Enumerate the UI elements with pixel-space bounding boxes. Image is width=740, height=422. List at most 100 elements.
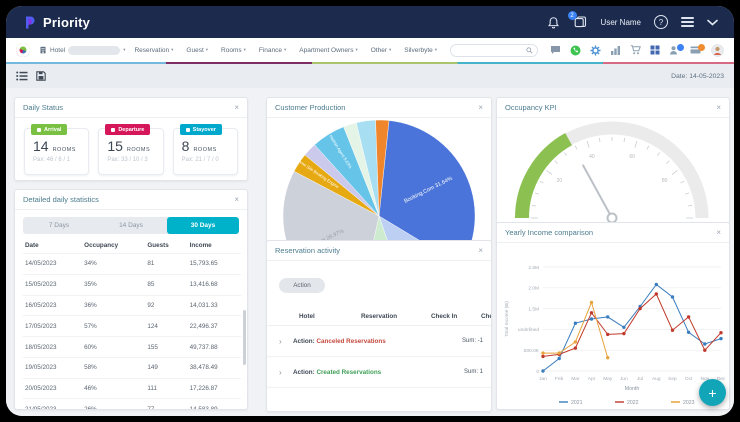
legend-label-2022: 2022 [627, 400, 639, 406]
table-row: 15/05/202335%8513,416.68 [23, 274, 241, 295]
y-tick-label: 1.5M [528, 306, 539, 312]
expand-chevron-icon[interactable]: › [279, 337, 293, 346]
close-icon[interactable]: × [716, 229, 721, 237]
occupancy-gauge-chart: 20406080 [497, 118, 729, 224]
scrollbar[interactable] [243, 310, 246, 365]
hamburger-menu-icon[interactable] [681, 17, 694, 27]
customer-production-pie-chart: Booking.Com 31.64%Agent 28.97%Home Site … [267, 118, 491, 242]
daily-card-arrival[interactable]: Arrival14ROOMSPax: 46 / 6 / 1 [24, 128, 89, 175]
data-point [703, 342, 706, 345]
close-icon[interactable]: × [478, 247, 483, 255]
data-point [671, 295, 674, 298]
table-cell: 36% [82, 295, 145, 316]
yearly-income-line-chart: 0500.0Kundefined1.5M2.0M2.5MJanFebMarApr… [497, 243, 729, 410]
table-cell: 155 [145, 337, 187, 358]
row-action-text: Action: Canceled Reservations [293, 338, 386, 345]
rooms-unit: ROOMS [193, 147, 216, 153]
caret-down-icon: ▾ [123, 47, 125, 53]
save-icon[interactable] [36, 71, 46, 81]
nav-menu-label: Apartment Owners [299, 47, 353, 54]
chat-icon[interactable] [550, 45, 561, 55]
table-cell: 77 [145, 399, 187, 410]
building-icon [39, 46, 47, 54]
avatar[interactable] [711, 44, 724, 57]
close-icon[interactable]: × [716, 104, 721, 112]
add-fab-button[interactable]: + [699, 379, 726, 406]
billing-badge-icon[interactable] [690, 45, 702, 55]
data-point [622, 332, 625, 335]
hotel-selector[interactable]: Hotel ▾ [39, 46, 125, 55]
data-point [558, 351, 561, 354]
daily-card-stayover[interactable]: Stayover8ROOMSPax: 21 / 7 / 0 [173, 128, 238, 175]
action-button[interactable]: Action [279, 278, 325, 293]
list-menu-icon[interactable] [16, 71, 28, 81]
gear-icon[interactable] [590, 45, 601, 56]
ring-logo-icon[interactable] [16, 43, 30, 57]
caret-down-icon: ▾ [206, 47, 208, 53]
table-cell: 85 [145, 274, 187, 295]
table-cell: 20/05/2023 [23, 378, 82, 399]
bed-icon [186, 128, 190, 132]
nav-menu-apartment-owners[interactable]: Apartment Owners▾ [299, 47, 357, 54]
table-cell: 15/05/2023 [23, 274, 82, 295]
close-icon[interactable]: × [478, 104, 483, 112]
nav-right-icons [550, 44, 724, 57]
caret-down-icon: ▾ [355, 47, 357, 53]
help-icon[interactable]: ? [654, 15, 668, 29]
data-point [574, 322, 577, 325]
user-name[interactable]: User Name [601, 18, 641, 27]
status-badge: Departure [105, 124, 150, 135]
nav-menu-reservation[interactable]: Reservation▾ [134, 47, 173, 54]
line-series-2022 [543, 294, 721, 356]
notifications-bell-icon[interactable] [547, 16, 560, 29]
topbar: Priority 2 User Name ? [6, 6, 734, 38]
gauge-needle [583, 165, 612, 218]
y-tick-label: 2.0M [528, 286, 539, 292]
date-label: Date: 14-05-2023 [671, 73, 724, 80]
table-row: 21/05/202326%7714,583.89 [23, 399, 241, 410]
cart-icon[interactable] [630, 45, 641, 55]
widget-yearly-income: Yearly Income comparison × 0500.0Kundefi… [496, 222, 730, 410]
chevron-down-icon[interactable] [707, 19, 718, 26]
nav-menu-rooms[interactable]: Rooms▾ [221, 47, 246, 54]
data-point [703, 349, 706, 352]
copies-pages-icon[interactable]: 2 [573, 15, 588, 29]
apps-grid-icon[interactable] [650, 45, 660, 55]
stats-bars-icon[interactable] [610, 45, 621, 55]
billing-count-badge [698, 44, 705, 51]
nav-menu-finance[interactable]: Finance▾ [259, 47, 286, 54]
whatsapp-icon[interactable] [570, 45, 581, 56]
table-cell: 17,226.87 [188, 378, 241, 399]
data-point [687, 315, 690, 318]
y-tick-label: 500.0K [524, 348, 540, 354]
data-point [541, 355, 544, 358]
users-badge-icon[interactable] [669, 45, 681, 56]
reservation-row-created-reservations[interactable]: ›Action: Created ReservationsSum: 1 [267, 357, 491, 388]
gauge-tick-label: 60 [629, 154, 635, 160]
close-icon[interactable]: × [234, 196, 239, 204]
daily-card-departure[interactable]: Departure15ROOMSPax: 33 / 10 / 3 [98, 128, 163, 175]
tab-7-days[interactable]: 7 Days [23, 217, 95, 234]
data-point [558, 357, 561, 360]
data-point [590, 317, 593, 320]
x-tick-label: Jul [637, 376, 643, 382]
close-icon[interactable]: × [234, 104, 239, 112]
nav-menu-guest[interactable]: Guest▾ [186, 47, 208, 54]
search [450, 44, 538, 57]
data-point [671, 329, 674, 332]
caret-down-icon: ▾ [435, 47, 437, 53]
nav-menu-silverbyte[interactable]: Silverbyte▾ [404, 47, 437, 54]
tab-14-days[interactable]: 14 Days [95, 217, 167, 234]
search-input[interactable] [450, 44, 538, 57]
rooms-count: 8 [182, 138, 190, 154]
res-col-check-in: Check In [431, 313, 481, 320]
stats-table: DateOccupancyGuestsIncome 14/05/202334%8… [23, 237, 241, 410]
tab-30-days[interactable]: 30 Days [167, 217, 239, 234]
nav-menu-other[interactable]: Other▾ [371, 47, 392, 54]
y-tick-label: undefined [518, 327, 539, 333]
reservation-row-canceled-reservations[interactable]: ›Action: Canceled ReservationsSum: -1 [267, 326, 491, 357]
pax-count: Pax: 33 / 10 / 3 [107, 157, 162, 163]
expand-chevron-icon[interactable]: › [279, 368, 293, 377]
table-cell: 49,737.88 [188, 337, 241, 358]
table-cell: 34% [82, 254, 145, 275]
